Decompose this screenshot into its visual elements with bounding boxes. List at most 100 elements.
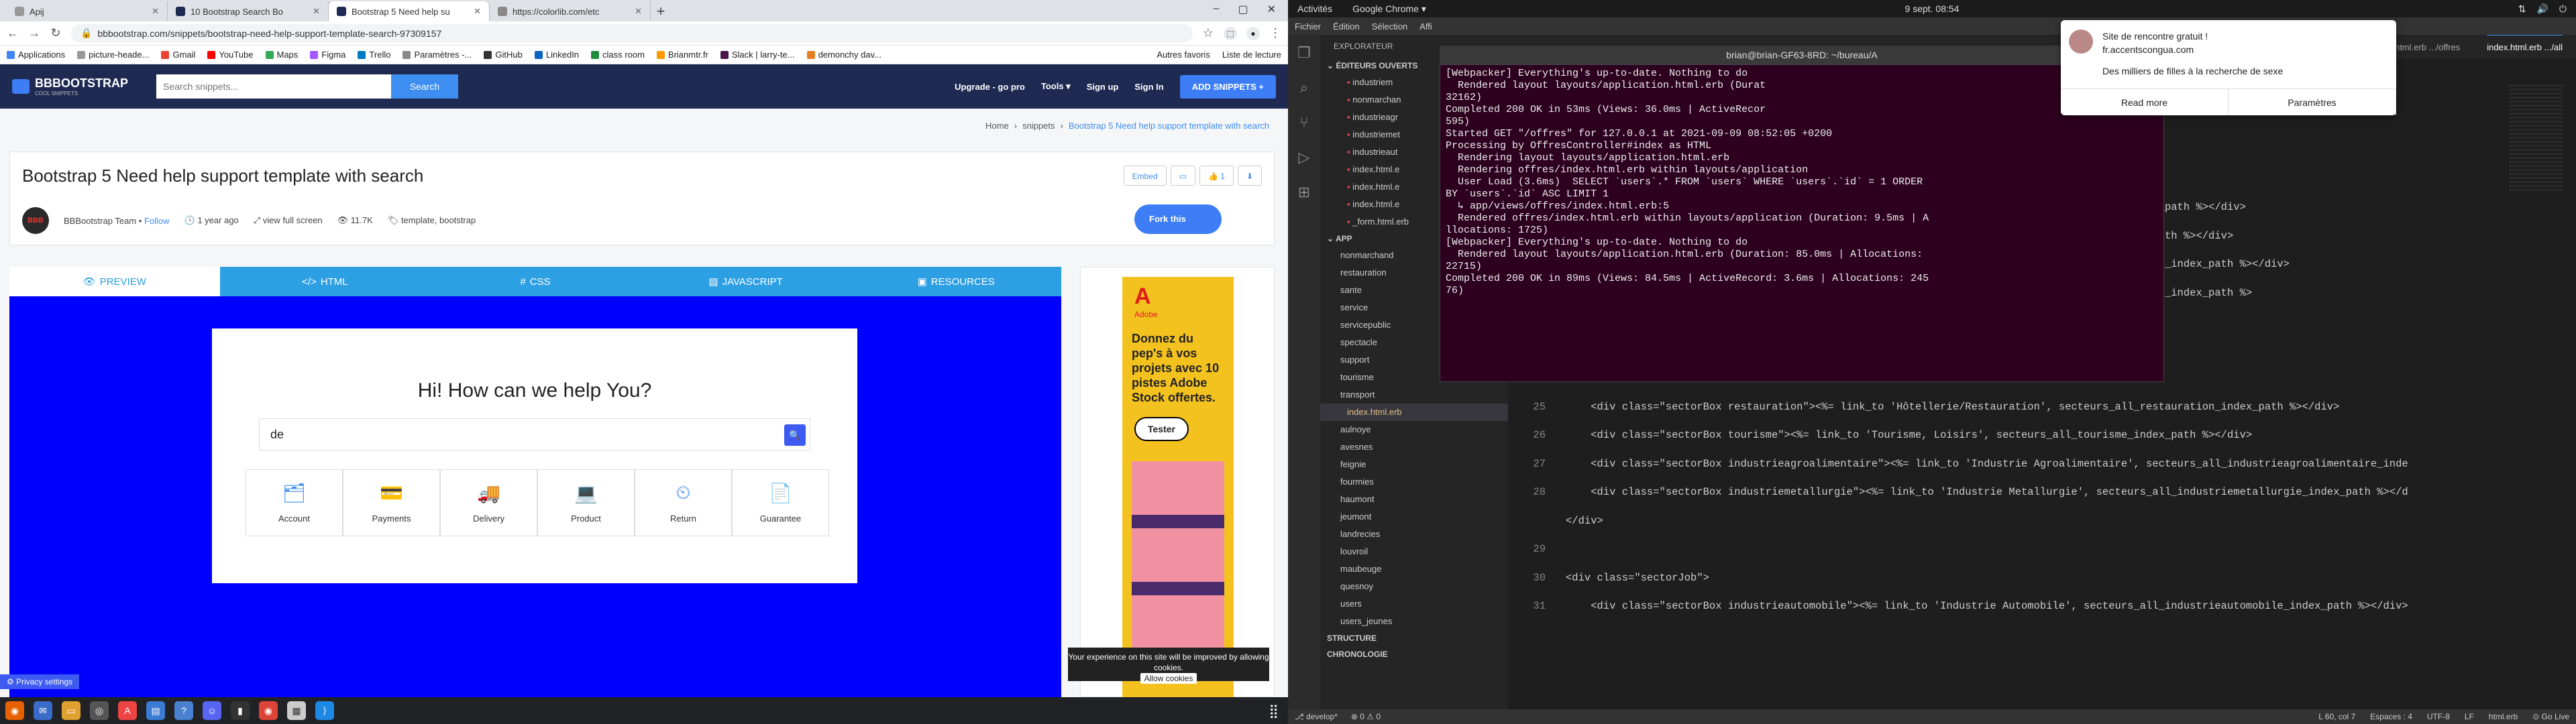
address-bar[interactable]: 🔒 bbbootstrap.com/snippets/bootstrap-need… (71, 23, 1193, 43)
discord-icon[interactable]: ☺ (203, 701, 221, 720)
document-icon[interactable]: ▤ (146, 701, 165, 720)
folder-item[interactable]: avesnes (1320, 438, 1508, 456)
folder-item[interactable]: quesnoy (1320, 578, 1508, 595)
status-item[interactable]: LF (2465, 712, 2474, 721)
download-button[interactable]: ⬇ (1237, 166, 1262, 186)
folder-item[interactable]: haumont (1320, 491, 1508, 508)
structure-section[interactable]: STRUCTURE (1320, 630, 1508, 646)
bookmark[interactable]: Paramètres -... (402, 50, 472, 60)
editor-tab-active[interactable]: index.html.erb .../all (2487, 35, 2563, 59)
extensions-icon[interactable]: ⊞ (1298, 184, 1310, 201)
bookmark[interactable]: Applications (7, 50, 65, 60)
search-icon[interactable]: 🔍 (784, 424, 806, 446)
files-icon[interactable]: ▭ (62, 701, 80, 720)
like-button[interactable]: 👍 1 (1199, 166, 1234, 186)
browser-tab[interactable]: https://colorlib.com/etc ✕ (490, 1, 651, 21)
browser-tab[interactable]: Bootstrap 5 Need help su ✕ (329, 1, 490, 21)
signin-link[interactable]: Sign In (1134, 82, 1163, 92)
system-tray[interactable]: ⇅ 🔊 ⏻ (2518, 3, 2567, 15)
git-branch[interactable]: ⎇ develop* (1295, 712, 1338, 721)
fullscreen-link[interactable]: ⤢ view full screen (254, 215, 323, 226)
folder-item[interactable]: transport (1320, 386, 1508, 404)
chrome-icon[interactable]: ◉ (259, 701, 278, 720)
star-icon[interactable]: ☆ (1202, 26, 1214, 40)
menu-selection[interactable]: Sélection (1372, 21, 1407, 32)
status-item[interactable]: Espaces : 4 (2370, 712, 2412, 721)
folder-item[interactable]: jeumont (1320, 508, 1508, 526)
bookmark[interactable]: picture-heade... (77, 50, 149, 60)
problems-count[interactable]: ⊗ 0 ⚠ 0 (1351, 712, 1381, 721)
category-payments[interactable]: 💳 Payments (343, 469, 440, 536)
clock[interactable]: 9 sept. 08:54 (1288, 3, 2576, 14)
bookmark[interactable]: Brianmtr.fr (656, 50, 708, 60)
allow-cookies-button[interactable]: Allow cookies (1140, 673, 1197, 684)
help-search-input[interactable]: de 🔍 (259, 418, 810, 450)
extension-icon[interactable]: ⬚ (1224, 26, 1237, 40)
screenshot-icon[interactable]: ▦ (287, 701, 306, 720)
folder-item[interactable]: landrecies (1320, 526, 1508, 543)
add-snippets-button[interactable]: ADD SNIPPETS + (1179, 74, 1276, 99)
close-tab-icon[interactable]: ✕ (474, 6, 481, 17)
profile-icon[interactable]: ● (1246, 26, 1260, 40)
category-delivery[interactable]: 🚚 Delivery (440, 469, 537, 536)
folder-item[interactable]: louvroil (1320, 543, 1508, 560)
fork-button[interactable]: Fork this (1134, 204, 1222, 234)
bookmark[interactable]: LinkedIn (534, 50, 579, 60)
tab-javascript[interactable]: ▤ JAVASCRIPT (641, 267, 851, 296)
bookmark[interactable]: GitHub (484, 50, 523, 60)
adobe-ad[interactable]: A Adobe Donnez du pep's à vos projets av… (1122, 277, 1234, 697)
tab-html[interactable]: </> HTML (220, 267, 431, 296)
tab-css[interactable]: # CSS (430, 267, 641, 296)
forward-icon[interactable]: → (28, 26, 40, 40)
thunderbird-icon[interactable]: ✉ (34, 701, 52, 720)
comment-button[interactable]: ▭ (1170, 166, 1195, 186)
bookmark[interactable]: Figma (310, 50, 345, 60)
folder-item[interactable]: feignie (1320, 456, 1508, 473)
settings-button[interactable]: Paramètres (2229, 89, 2396, 115)
follow-link[interactable]: Follow (144, 216, 170, 226)
close-tab-icon[interactable]: ✕ (635, 6, 642, 17)
privacy-settings-button[interactable]: ⚙ Privacy settings (0, 674, 80, 689)
back-icon[interactable]: ← (7, 26, 19, 40)
bookmark-folder[interactable]: Liste de lecture (1222, 50, 1281, 60)
bookmark[interactable]: Gmail (161, 50, 195, 60)
breadcrumb-home[interactable]: Home (985, 121, 1009, 131)
tab-preview[interactable]: 👁 PREVIEW (9, 267, 220, 296)
close-tab-icon[interactable]: ✕ (313, 6, 320, 17)
search-icon[interactable]: ⌕ (1300, 79, 1308, 97)
bookmark-folder[interactable]: Autres favoris (1157, 50, 1210, 60)
bookmark[interactable]: Slack | larry-te... (720, 50, 795, 60)
bookmark[interactable]: demonchy dav... (806, 50, 881, 60)
bookmark[interactable]: Maps (265, 50, 298, 60)
embed-button[interactable]: Embed (1123, 166, 1167, 186)
signup-link[interactable]: Sign up (1087, 82, 1119, 92)
site-search-input[interactable] (156, 74, 391, 99)
app-grid-icon[interactable]: ⣿ (1269, 703, 1279, 719)
menu-view[interactable]: Affi (1419, 21, 1432, 32)
menu-edit[interactable]: Édition (1333, 21, 1360, 32)
folder-item[interactable]: maubeuge (1320, 560, 1508, 578)
read-more-button[interactable]: Read more (2061, 89, 2229, 115)
activities-button[interactable]: Activités (1297, 3, 1332, 14)
folder-item[interactable]: users_jeunes (1320, 613, 1508, 630)
category-account[interactable]: 🗂 Account (246, 469, 343, 536)
browser-tab[interactable]: 10 Bootstrap Search Bo ✕ (168, 1, 329, 21)
new-tab-button[interactable]: + (651, 1, 671, 21)
minimap[interactable] (2509, 84, 2563, 192)
software-icon[interactable]: A (118, 701, 137, 720)
category-return[interactable]: ⏲ Return (635, 469, 732, 536)
close-window-button[interactable]: ✕ (1267, 3, 1276, 16)
menu-file[interactable]: Fichier (1295, 21, 1321, 32)
terminal-icon[interactable]: ▮ (231, 701, 250, 720)
folder-item[interactable]: users (1320, 595, 1508, 613)
help-icon[interactable]: ? (174, 701, 193, 720)
bookmark[interactable]: Trello (358, 50, 390, 60)
vscode-icon[interactable]: ⟩ (315, 701, 334, 720)
ad-cta-button[interactable]: Tester (1134, 417, 1189, 441)
maximize-button[interactable]: ▢ (1238, 3, 1248, 16)
folder-item[interactable]: index.html.erb (1320, 404, 1508, 421)
status-item[interactable]: ⊙ Go Live (2532, 712, 2569, 721)
site-logo[interactable]: BBBOOTSTRAP COOL SNIPPETS (12, 76, 128, 97)
upgrade-link[interactable]: Upgrade - go pro (955, 82, 1025, 92)
tab-resources[interactable]: ▣ RESOURCES (851, 267, 1061, 296)
